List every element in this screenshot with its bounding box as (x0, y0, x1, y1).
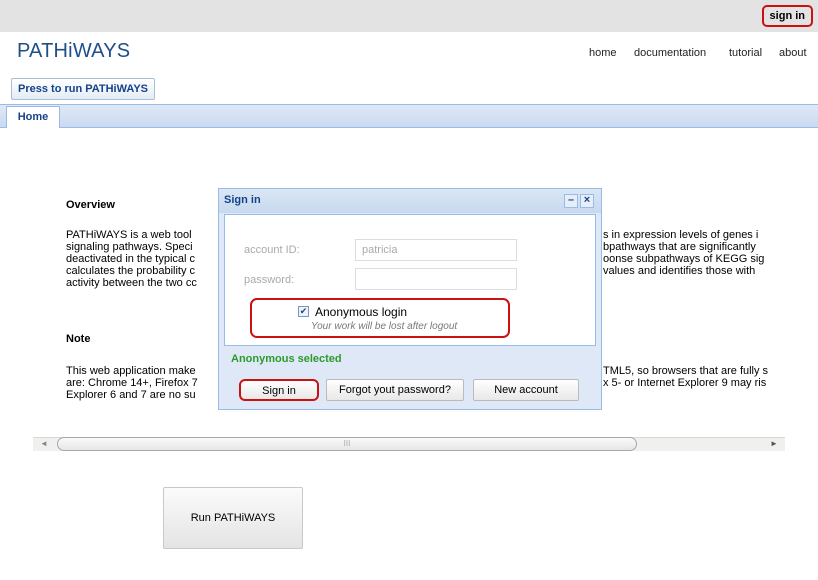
run-pathiways-button[interactable]: Run PATHiWAYS (163, 487, 303, 549)
anonymous-login-note: Your work will be lost after logout (311, 321, 458, 332)
note-text-line: Explorer 6 and 7 are no su (66, 389, 196, 401)
app-logo: PATHiWAYS (17, 40, 131, 62)
password-input[interactable] (355, 268, 517, 290)
dialog-title: Sign in (224, 194, 261, 206)
overview-text-line: activity between the two cc (66, 277, 197, 289)
overview-text-line: calculates the probability c (66, 265, 196, 277)
overview-text-line: signaling pathways. Speci (66, 241, 193, 253)
tab-bar (0, 104, 818, 128)
account-id-label: account ID: (244, 244, 300, 256)
dialog-header[interactable] (219, 189, 601, 213)
overview-text-line: deactivated in the typical c (66, 253, 196, 265)
sign-in-button[interactable]: Sign in (239, 379, 319, 401)
run-pathiways-toolbar-button[interactable]: Press to run PATHiWAYS (11, 78, 155, 100)
password-label: password: (244, 274, 295, 286)
scroll-left-arrow-icon[interactable]: ◄ (33, 437, 55, 451)
scroll-right-arrow-icon[interactable]: ► (763, 437, 785, 451)
note-text-line-right: x 5- or Internet Explorer 9 may ris (603, 377, 767, 389)
note-text-line: This web application make (66, 365, 196, 377)
overview-text-line-right: oonse subpathways of KEGG sig (603, 253, 765, 265)
note-heading: Note (66, 333, 91, 345)
close-icon[interactable]: × (580, 194, 594, 208)
new-account-button[interactable]: New account (473, 379, 579, 401)
anonymous-login-checkbox[interactable]: ✔ (298, 306, 309, 317)
anonymous-login-label[interactable]: Anonymous login (315, 305, 407, 319)
minimize-icon[interactable]: – (564, 194, 578, 208)
scrollbar-thumb[interactable]: III (57, 437, 637, 451)
forgot-password-button[interactable]: Forgot yout password? (326, 379, 464, 401)
nav-documentation-link[interactable]: documentation (634, 47, 706, 59)
overview-text-line-right: bpathways that are significantly (603, 241, 756, 253)
sign-in-link[interactable]: sign in (761, 5, 813, 27)
note-text-line: are: Chrome 14+, Firefox 7 (66, 377, 198, 389)
account-id-input[interactable] (355, 239, 517, 261)
overview-heading: Overview (66, 199, 115, 211)
tab-home[interactable]: Home (6, 106, 60, 128)
status-message: Anonymous selected (231, 353, 342, 365)
overview-text-line: PATHiWAYS is a web tool (66, 229, 192, 241)
overview-text-line-right: s in expression levels of genes i (603, 229, 759, 241)
nav-about-link[interactable]: about (779, 47, 807, 59)
nav-home-link[interactable]: home (589, 47, 617, 59)
overview-text-line-right: values and identifies those with (603, 265, 756, 277)
nav-tutorial-link[interactable]: tutorial (729, 47, 762, 59)
top-bar (0, 0, 818, 32)
note-text-line-right: TML5, so browsers that are fully s (603, 365, 769, 377)
